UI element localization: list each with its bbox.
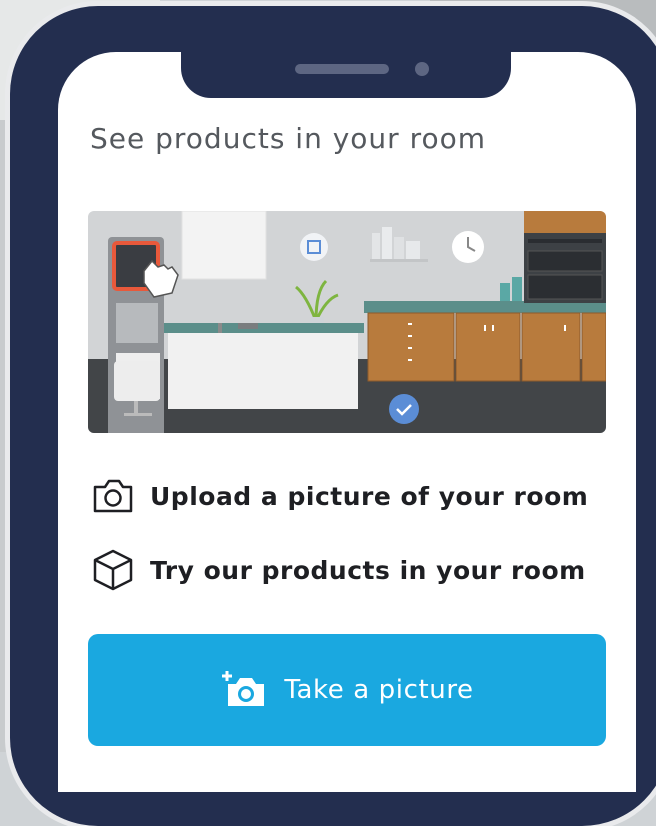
take-picture-button[interactable]: Take a picture (88, 634, 606, 746)
phone-notch (181, 50, 511, 98)
step-try: Try our products in your room (90, 548, 586, 592)
cube-outline-icon (90, 548, 136, 592)
room-illustration (88, 211, 606, 433)
speaker-grille (295, 64, 389, 74)
step-try-label: Try our products in your room (150, 555, 586, 585)
step-upload-label: Upload a picture of your room (150, 481, 589, 511)
camera-outline-icon (90, 474, 136, 518)
step-upload: Upload a picture of your room (90, 474, 588, 518)
take-picture-label: Take a picture (284, 675, 474, 705)
add-photo-icon (220, 664, 270, 717)
front-camera (415, 62, 429, 76)
page-title: See products in your room (90, 122, 487, 155)
phone-screen: See products in your room Upload a pictu… (58, 52, 636, 792)
phone-frame: See products in your room Upload a pictu… (10, 6, 656, 826)
